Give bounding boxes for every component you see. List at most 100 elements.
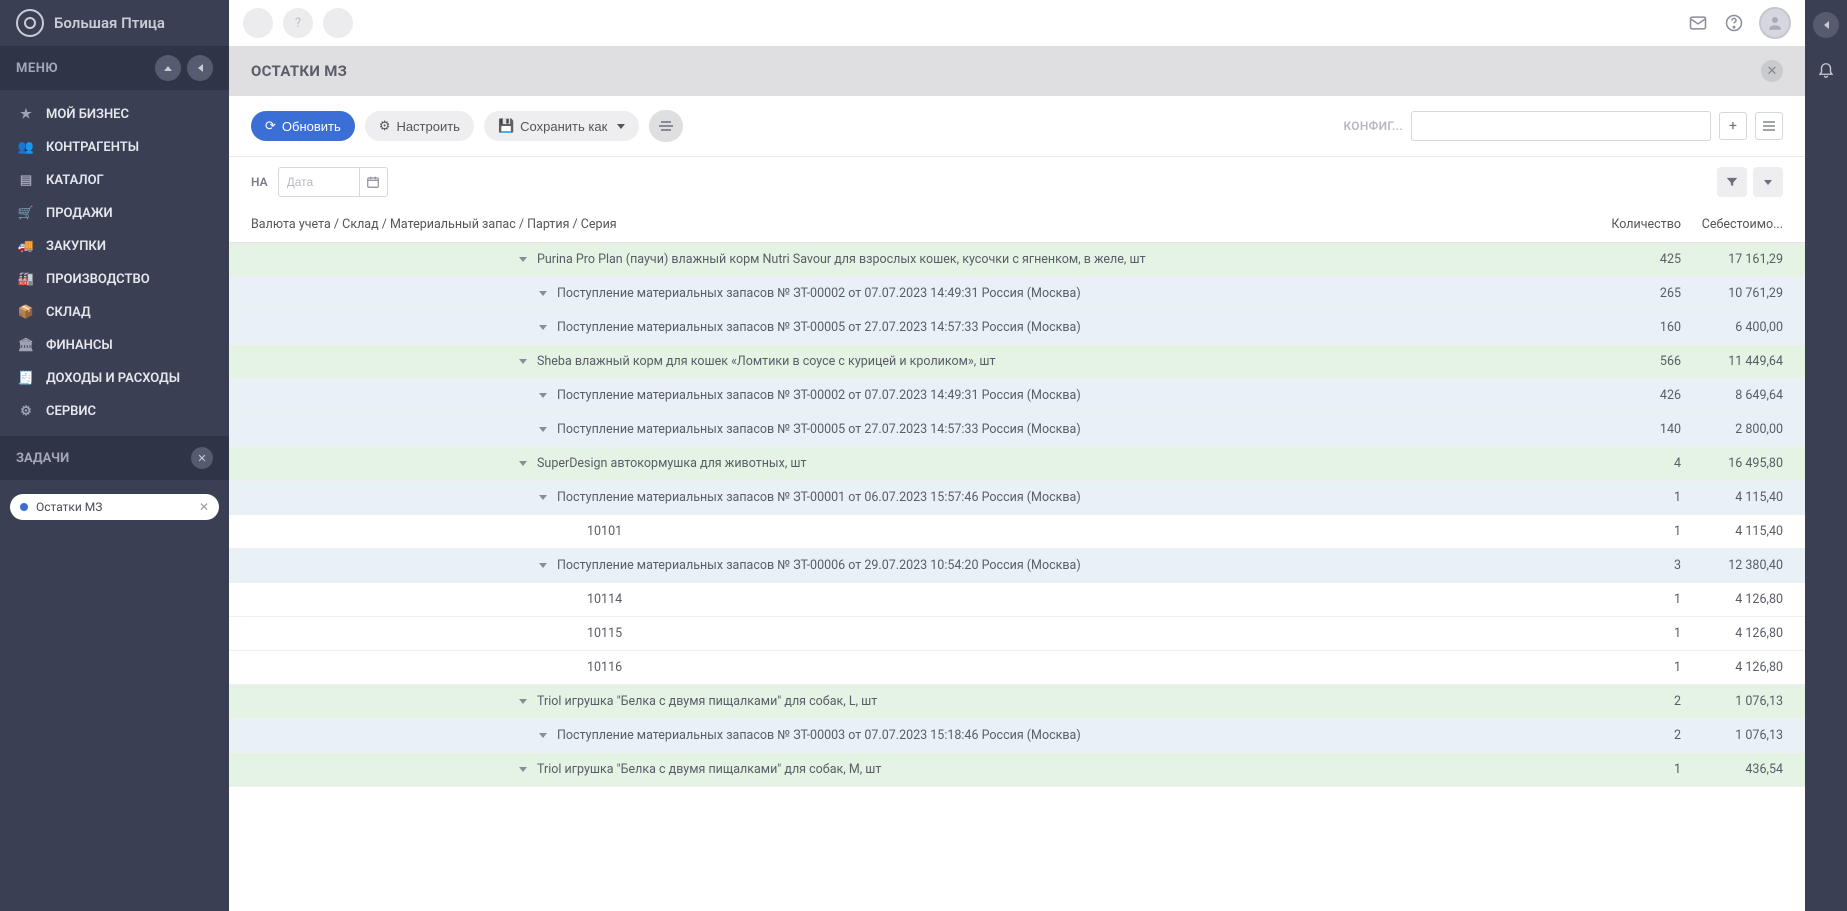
table-row[interactable]: Поступление материальных запасов № ЗТ-00… (229, 277, 1805, 311)
table-body: Purina Pro Plan (паучи) влажный корм Nut… (229, 243, 1805, 787)
date-input[interactable] (279, 175, 359, 189)
page-close[interactable]: ✕ (1761, 60, 1783, 82)
refresh-icon: ⟳ (265, 118, 276, 134)
row-caret[interactable] (519, 356, 531, 367)
list-config-button[interactable] (1755, 112, 1783, 140)
list-view-button[interactable] (649, 110, 683, 142)
table-row[interactable]: Поступление материальных запасов № ЗТ-00… (229, 311, 1805, 345)
row-cost: 1 076,13 (1695, 728, 1805, 743)
avatar[interactable] (1759, 7, 1791, 39)
row-cost: 4 126,80 (1695, 592, 1805, 607)
row-cost: 10 761,29 (1695, 286, 1805, 301)
table-row[interactable]: Поступление материальных запасов № ЗТ-00… (229, 413, 1805, 447)
menu-collapse-left[interactable] (187, 55, 213, 81)
configure-button[interactable]: ⚙ Настроить (365, 111, 474, 141)
table-row[interactable]: 1011514 126,80 (229, 617, 1805, 651)
table: Валюта учета / Склад / Материальный запа… (229, 207, 1805, 911)
row-qty: 1 (1585, 626, 1695, 641)
table-row[interactable]: Поступление материальных запасов № ЗТ-00… (229, 719, 1805, 753)
filter-row: НА (229, 156, 1805, 207)
col-cost[interactable]: Себестоимо... (1695, 217, 1805, 232)
row-caret[interactable] (519, 764, 531, 775)
row-caret[interactable] (539, 560, 551, 571)
help-circle-icon[interactable] (1723, 12, 1745, 34)
nav-item-9[interactable]: ⚙ СЕРВИС (0, 395, 229, 428)
table-row[interactable]: 1011414 126,80 (229, 583, 1805, 617)
help-icon[interactable]: ? (283, 8, 313, 38)
table-row[interactable]: 1010114 115,40 (229, 515, 1805, 549)
row-cost: 8 649,64 (1695, 388, 1805, 403)
nav-label: КОНТРАГЕНТЫ (46, 140, 139, 155)
table-row[interactable]: 1011614 126,80 (229, 651, 1805, 685)
logo[interactable]: Большая Птица (0, 0, 229, 46)
row-qty: 265 (1585, 286, 1695, 301)
config-label: КОНФИГ... (1343, 119, 1403, 133)
sidebar: Большая Птица МЕНЮ ★МОЙ БИЗНЕС👥КОНТРАГЕН… (0, 0, 229, 911)
table-header: Валюта учета / Склад / Материальный запа… (229, 207, 1805, 243)
box-icon: 📦 (18, 305, 34, 320)
col-name[interactable]: Валюта учета / Склад / Материальный запа… (229, 217, 1585, 232)
bell-icon[interactable] (1813, 56, 1839, 82)
refresh-button[interactable]: ⟳ Обновить (251, 111, 355, 141)
row-caret[interactable] (539, 424, 551, 435)
row-cost: 4 115,40 (1695, 490, 1805, 505)
row-name: Поступление материальных запасов № ЗТ-00… (557, 388, 1081, 403)
save-as-button[interactable]: 💾 Сохранить как (484, 111, 639, 141)
truck-icon: 🚚 (18, 239, 34, 254)
nav-item-6[interactable]: 📦СКЛАД (0, 296, 229, 329)
row-caret[interactable] (539, 492, 551, 503)
nav-item-0[interactable]: ★МОЙ БИЗНЕС (0, 98, 229, 131)
row-caret[interactable] (539, 730, 551, 741)
row-caret[interactable] (519, 254, 531, 265)
nav-item-1[interactable]: 👥КОНТРАГЕНТЫ (0, 131, 229, 164)
row-caret[interactable] (539, 322, 551, 333)
nav-item-7[interactable]: 🏛ФИНАНСЫ (0, 329, 229, 362)
add-config-button[interactable]: + (1719, 112, 1747, 140)
tasks-close[interactable]: ✕ (191, 447, 213, 469)
row-caret[interactable] (539, 390, 551, 401)
topbar-slot-3[interactable] (323, 8, 353, 38)
task-close[interactable]: ✕ (199, 500, 209, 514)
filter-button[interactable] (1717, 167, 1747, 197)
nav-item-4[interactable]: 🚚 ЗАКУПКИ (0, 230, 229, 263)
table-row[interactable]: Sheba влажный корм для кошек «Ломтики в … (229, 345, 1805, 379)
table-row[interactable]: Triol игрушка "Белка с двумя пищалками" … (229, 685, 1805, 719)
table-row[interactable]: Поступление материальных запасов № ЗТ-00… (229, 549, 1805, 583)
table-row[interactable]: SuperDesign автокормушка для животных, ш… (229, 447, 1805, 481)
row-cost: 12 380,40 (1695, 558, 1805, 573)
task-item-0[interactable]: Остатки МЗ ✕ (10, 494, 219, 520)
nav-item-3[interactable]: 🛒ПРОДАЖИ (0, 197, 229, 230)
nav-label: ЗАКУПКИ (46, 239, 106, 254)
mail-icon[interactable] (1687, 12, 1709, 34)
row-qty: 1 (1585, 592, 1695, 607)
row-name: Поступление материальных запасов № ЗТ-00… (557, 728, 1081, 743)
config-input[interactable] (1411, 111, 1711, 141)
nav-label: СЕРВИС (46, 404, 96, 419)
nav-item-8[interactable]: 🧾ДОХОДЫ И РАСХОДЫ (0, 362, 229, 395)
row-name: Поступление материальных запасов № ЗТ-00… (557, 422, 1081, 437)
topbar-slot-1[interactable] (243, 8, 273, 38)
row-caret[interactable] (519, 696, 531, 707)
gear-icon: ⚙ (379, 118, 391, 134)
table-row[interactable]: Поступление материальных запасов № ЗТ-00… (229, 379, 1805, 413)
rail-collapse[interactable] (1813, 12, 1839, 38)
nav-item-2[interactable]: ▤КАТАЛОГ (0, 164, 229, 197)
nav-item-5[interactable]: 🏭ПРОИЗВОДСТВО (0, 263, 229, 296)
menu-label: МЕНЮ (16, 61, 58, 76)
row-caret[interactable] (519, 458, 531, 469)
task-label: Остатки МЗ (36, 500, 102, 514)
row-qty: 4 (1585, 456, 1695, 471)
col-qty[interactable]: Количество (1585, 217, 1695, 232)
gear-icon: ⚙ (18, 404, 34, 419)
calendar-icon[interactable] (359, 168, 387, 196)
row-cost: 6 400,00 (1695, 320, 1805, 335)
row-qty: 3 (1585, 558, 1695, 573)
table-row[interactable]: Purina Pro Plan (паучи) влажный корм Nut… (229, 243, 1805, 277)
menu-collapse-up[interactable] (155, 55, 181, 81)
table-row[interactable]: Поступление материальных запасов № ЗТ-00… (229, 481, 1805, 515)
expand-button[interactable] (1753, 167, 1783, 197)
tasks-list: Остатки МЗ ✕ (0, 480, 229, 534)
table-row[interactable]: Triol игрушка "Белка с двумя пищалками" … (229, 753, 1805, 787)
row-name: SuperDesign автокормушка для животных, ш… (537, 456, 807, 471)
row-caret[interactable] (539, 288, 551, 299)
